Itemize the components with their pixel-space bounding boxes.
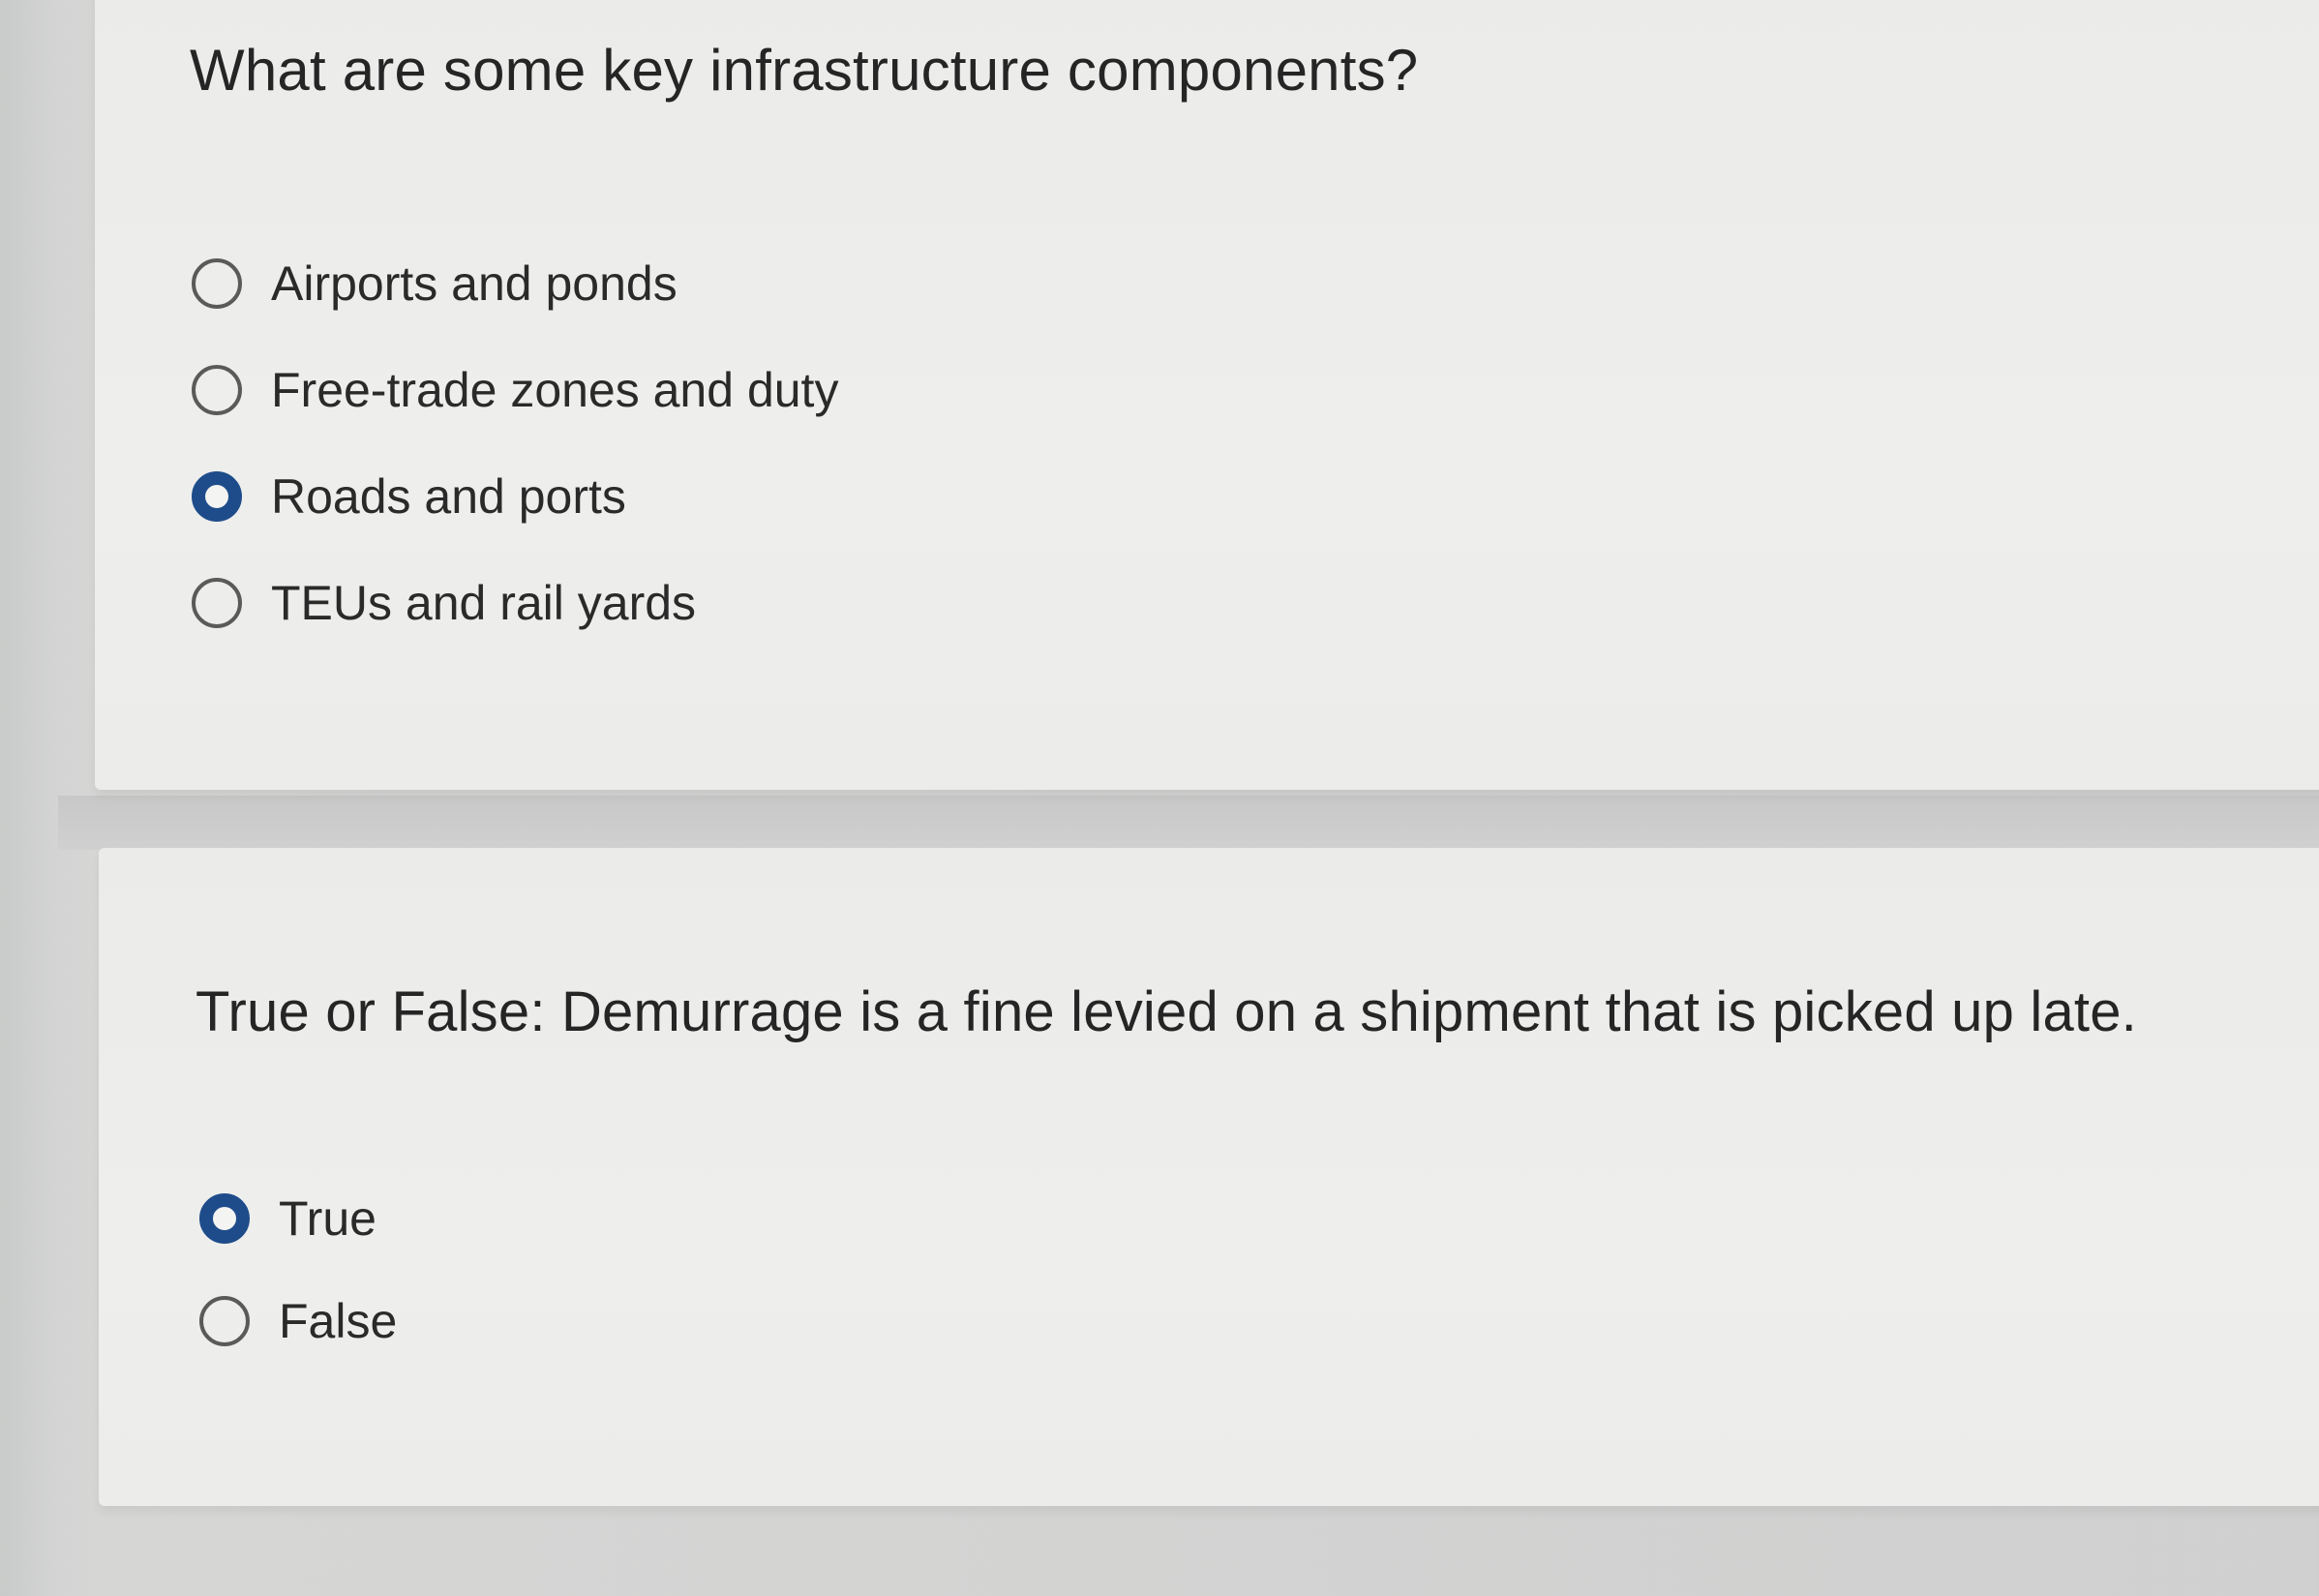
- radio-button-checked[interactable]: [192, 471, 242, 522]
- radio-button-unchecked[interactable]: [192, 258, 242, 309]
- option-teus-and-rail-yards[interactable]: TEUs and rail yards: [192, 569, 696, 637]
- option-roads-and-ports[interactable]: Roads and ports: [192, 463, 626, 530]
- option-label: Roads and ports: [271, 469, 626, 524]
- question-title-1: What are some key infrastructure compone…: [190, 38, 1419, 103]
- option-false[interactable]: False: [199, 1287, 397, 1355]
- option-true[interactable]: True: [199, 1185, 376, 1252]
- radio-button-unchecked[interactable]: [192, 365, 242, 415]
- card-gap: [58, 796, 2319, 850]
- radio-button-unchecked[interactable]: [192, 578, 242, 628]
- option-label: TEUs and rail yards: [271, 576, 697, 630]
- option-label: False: [279, 1294, 398, 1348]
- option-label: True: [279, 1191, 376, 1246]
- question-card-2: [99, 848, 2319, 1506]
- radio-button-checked[interactable]: [199, 1193, 250, 1244]
- option-free-trade-zones[interactable]: Free-trade zones and duty: [192, 356, 838, 424]
- option-label: Free-trade zones and duty: [271, 363, 839, 417]
- option-airports-and-ponds[interactable]: Airports and ponds: [192, 250, 678, 317]
- option-label: Airports and ponds: [271, 256, 678, 311]
- question-title-2: True or False: Demurrage is a fine levie…: [196, 980, 2137, 1043]
- radio-button-unchecked[interactable]: [199, 1296, 250, 1346]
